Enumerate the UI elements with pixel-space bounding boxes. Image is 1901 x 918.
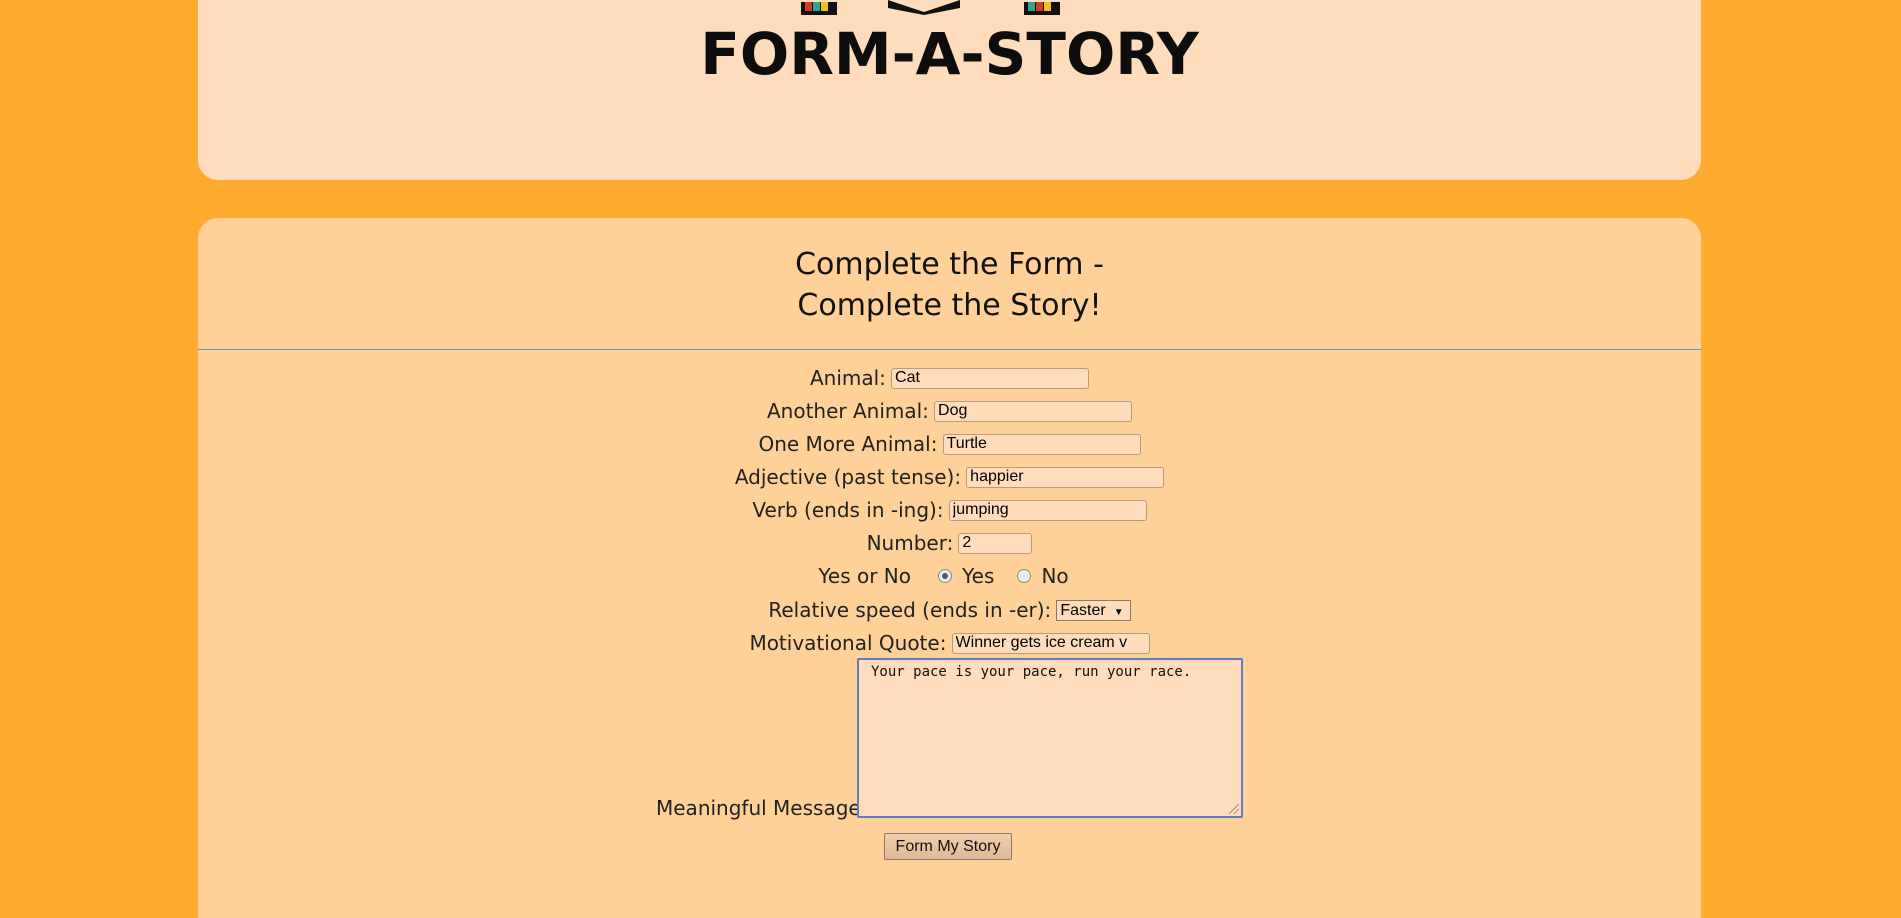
header-card: FORM-A-STORY: [198, 0, 1701, 180]
adjective-row: Adjective (past tense):: [198, 465, 1701, 493]
another-animal-input[interactable]: [934, 400, 1133, 422]
chevron-down-icon: ▼: [1113, 606, 1124, 618]
yes-no-label: Yes or No: [818, 564, 911, 588]
one-more-animal-label: One More Animal:: [758, 432, 938, 456]
form-title-line2: Complete the Story!: [797, 288, 1102, 323]
animal-row: Animal:: [198, 366, 1701, 394]
message-label: Meaningful Message:: [656, 796, 868, 820]
verb-label: Verb (ends in -ing):: [752, 498, 944, 522]
quote-label: Motivational Quote:: [749, 631, 947, 655]
message-textarea[interactable]: Your pace is your pace, run your race.: [857, 658, 1243, 818]
number-label: Number:: [866, 531, 954, 555]
form-title: Complete the Form - Complete the Story!: [198, 244, 1701, 326]
animal-input[interactable]: [891, 367, 1090, 389]
no-radio[interactable]: [1017, 569, 1032, 583]
yes-no-row: Yes or No Yes No: [198, 564, 1701, 592]
yes-option-label: Yes: [962, 564, 995, 588]
quote-row: Motivational Quote:: [198, 631, 1701, 659]
another-animal-row: Another Animal:: [198, 399, 1701, 427]
divider: [198, 349, 1701, 351]
yes-radio[interactable]: [938, 569, 953, 583]
quote-input[interactable]: [951, 632, 1150, 654]
form-card: Complete the Form - Complete the Story! …: [198, 218, 1701, 918]
number-input[interactable]: [958, 532, 1033, 554]
logo-text: FORM-A-STORY: [700, 20, 1199, 88]
book-logo-icon: [801, 0, 1060, 15]
form-title-line1: Complete the Form -: [795, 247, 1104, 282]
verb-row: Verb (ends in -ing):: [198, 498, 1701, 526]
speed-row: Relative speed (ends in -er): Faster ▼: [198, 598, 1701, 626]
resize-grip-icon[interactable]: [1229, 804, 1239, 814]
speed-select-value: Faster: [1060, 601, 1106, 619]
adjective-label: Adjective (past tense):: [734, 465, 962, 489]
animal-label: Animal:: [809, 366, 886, 390]
message-text: Your pace is your pace, run your race.: [871, 664, 1192, 680]
form-my-story-button[interactable]: Form My Story: [884, 833, 1012, 860]
one-more-animal-input[interactable]: [942, 433, 1141, 455]
no-option-label: No: [1041, 564, 1069, 588]
speed-label: Relative speed (ends in -er):: [768, 598, 1052, 622]
adjective-input[interactable]: [966, 466, 1165, 488]
one-more-animal-row: One More Animal:: [198, 432, 1701, 460]
another-animal-label: Another Animal:: [766, 399, 929, 423]
verb-input[interactable]: [948, 499, 1147, 521]
speed-select[interactable]: Faster ▼: [1056, 599, 1131, 621]
number-row: Number:: [198, 531, 1701, 559]
